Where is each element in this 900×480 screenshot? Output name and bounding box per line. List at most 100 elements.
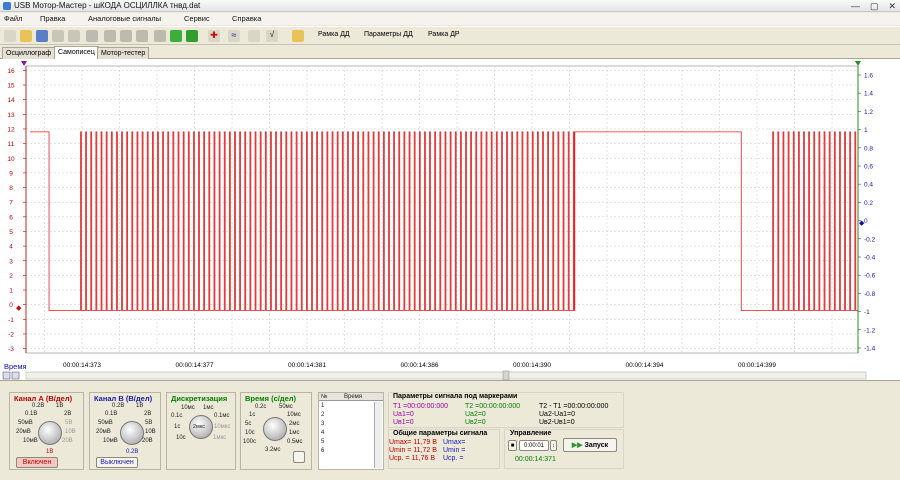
plot-area[interactable]: 16 15 14 13 12 11 10 9 8 7 6 5 4 3 2 1 0 -1 -2 -3 1.6 1.4 1.2…: [0, 59, 900, 388]
time-knob[interactable]: [263, 417, 287, 441]
channel-a-toggle-button[interactable]: Включен: [16, 457, 58, 468]
table-scrollbar[interactable]: [374, 402, 382, 468]
knob-label: 20В: [142, 438, 153, 444]
param-ub2: Uв2=0: [465, 419, 486, 426]
left-tick-label: 6: [9, 214, 13, 221]
x-tick-label: 00:00:14:377: [176, 362, 214, 369]
knob-label: 10мс: [181, 405, 195, 411]
step-icon[interactable]: [186, 30, 198, 42]
control-timestamp: 00:00:14:371: [515, 456, 556, 463]
sound-icon[interactable]: [292, 30, 304, 42]
marker-icon[interactable]: ✚: [208, 30, 220, 42]
stop-icon[interactable]: [154, 30, 166, 42]
channel-a-selected: 1В: [46, 449, 54, 455]
menu-lines-icon[interactable]: [248, 30, 260, 42]
left-tick-label: 15: [7, 83, 15, 90]
scroll-thumb[interactable]: [502, 370, 510, 381]
x-tick-label: 00:00:14:373: [63, 362, 101, 369]
menu-service[interactable]: Сервис: [184, 14, 210, 23]
table-row[interactable]: 5: [321, 439, 324, 445]
table-row[interactable]: 2: [321, 412, 324, 418]
param-usr-b: Uср. =: [443, 455, 464, 462]
minimize-button[interactable]: —: [851, 1, 860, 12]
knob-label: 2мс: [289, 421, 300, 427]
left-tick-label: 8: [9, 185, 13, 192]
knob-label: 1В: [136, 403, 144, 409]
channel-icon[interactable]: ≈: [228, 30, 240, 42]
print-icon[interactable]: [52, 30, 64, 42]
knob-label: 20мВ: [16, 429, 31, 435]
zoom-out-icon[interactable]: [2, 371, 11, 380]
channel-b-toggle-button[interactable]: Выключен: [96, 457, 138, 468]
tab-recorder[interactable]: Самописец: [54, 46, 99, 59]
knob-label: 1мс: [289, 430, 300, 436]
preview-icon[interactable]: [68, 30, 80, 42]
menu-help[interactable]: Справка: [232, 14, 261, 23]
run-button[interactable]: ▶▶ Запуск: [563, 438, 617, 452]
param-ua1: Uа1=0: [393, 411, 414, 418]
channel-a-knob[interactable]: [38, 421, 62, 445]
bottom-panel: Канал А (В/дел) 0.2В 1В 0.1В 2В 50мВ 5В …: [0, 382, 900, 480]
tab-oscilloscope[interactable]: Осциллограф: [2, 47, 56, 59]
zoom-in-icon[interactable]: [11, 371, 20, 380]
params-dd-button[interactable]: Параметры ДД: [364, 31, 413, 38]
right-tick-label: 1.2: [864, 109, 873, 116]
knob-label: 5с: [245, 421, 252, 427]
table-row[interactable]: 6: [321, 448, 324, 454]
discretization-title: Дискретизация: [171, 394, 228, 403]
marker-a-icon[interactable]: [21, 61, 27, 66]
marker-table[interactable]: № Время 1 2 3 4 5 6: [318, 392, 384, 470]
tab-motor-tester[interactable]: Мотор-тестер: [97, 47, 150, 59]
menu-edit[interactable]: Правка: [40, 14, 65, 23]
right-tick-label: -0.8: [864, 291, 876, 298]
table-row[interactable]: 3: [321, 421, 324, 427]
knob-label: 50мВ: [18, 420, 33, 426]
ramka-dd-button[interactable]: Рамка ДД: [318, 31, 350, 38]
knob-label: 10мкс: [214, 424, 231, 430]
zoom-icon[interactable]: [86, 30, 98, 42]
stop-small-button[interactable]: ■: [508, 440, 517, 451]
menu-analog[interactable]: Аналоговые сигналы: [88, 14, 161, 23]
knob-label: 10В: [145, 429, 156, 435]
channel-b-knob[interactable]: [120, 421, 144, 445]
channel-a-title: Канал А (В/дел): [14, 394, 73, 403]
table-row[interactable]: 1: [321, 403, 324, 409]
table-row[interactable]: 4: [321, 430, 324, 436]
left-tick-label: 11: [8, 141, 15, 148]
page-icon[interactable]: [293, 451, 305, 463]
duration-spinner[interactable]: ↕: [550, 440, 557, 451]
sqrt-icon[interactable]: √: [266, 30, 278, 42]
right-tick-label: 1.4: [864, 91, 873, 98]
h-scrollbar[interactable]: [25, 371, 867, 380]
knob-label: 2В: [64, 411, 72, 417]
menu-file[interactable]: Файл: [4, 14, 22, 23]
discretization-selected: 2мкс: [193, 424, 206, 430]
left-tick-label: 12: [7, 126, 15, 133]
channel-a-panel: Канал А (В/дел) 0.2В 1В 0.1В 2В 50мВ 5В …: [9, 392, 84, 470]
left-tick-label: 9: [9, 170, 13, 177]
maximize-button[interactable]: ▢: [870, 1, 879, 12]
param-t1: T1 =00:00:00:000: [393, 403, 449, 410]
ramka-dr-button[interactable]: Рамка ДР: [428, 31, 460, 38]
param-umin-a: Umin = 11,72 В: [389, 447, 437, 454]
marker-params-title: Параметры сигнала под маркерами: [393, 393, 518, 400]
x-axis: 00:00:14:373 00:00:14:377 00:00:14:381 00:0…: [63, 362, 776, 369]
knob-label: 0.2В: [112, 403, 125, 409]
copy-icon[interactable]: [120, 30, 132, 42]
cut-icon[interactable]: [104, 30, 116, 42]
play-icon[interactable]: [170, 30, 182, 42]
save-icon[interactable]: [36, 30, 48, 42]
run-icon: ▶▶: [571, 442, 585, 449]
open-icon[interactable]: [20, 30, 32, 42]
param-ub1: Uв1=0: [393, 419, 414, 426]
paste-icon[interactable]: [136, 30, 148, 42]
close-button[interactable]: ✕: [888, 1, 896, 12]
left-tick-label: -2: [8, 331, 14, 338]
right-tick-label: 0.6: [864, 164, 873, 171]
title-bar: USB Мотор-Мастер - шКОДА ОСЦИЛЛКА тнвд.d…: [0, 0, 900, 12]
duration-input[interactable]: 0:00:01: [519, 440, 549, 451]
channel-a-zero-icon: ◆: [16, 305, 22, 312]
marker-b-icon[interactable]: [855, 61, 861, 66]
signal-plot[interactable]: 161514131211109876543210-1-2-3 1.61.41.2…: [0, 59, 900, 388]
new-icon[interactable]: [4, 30, 16, 42]
